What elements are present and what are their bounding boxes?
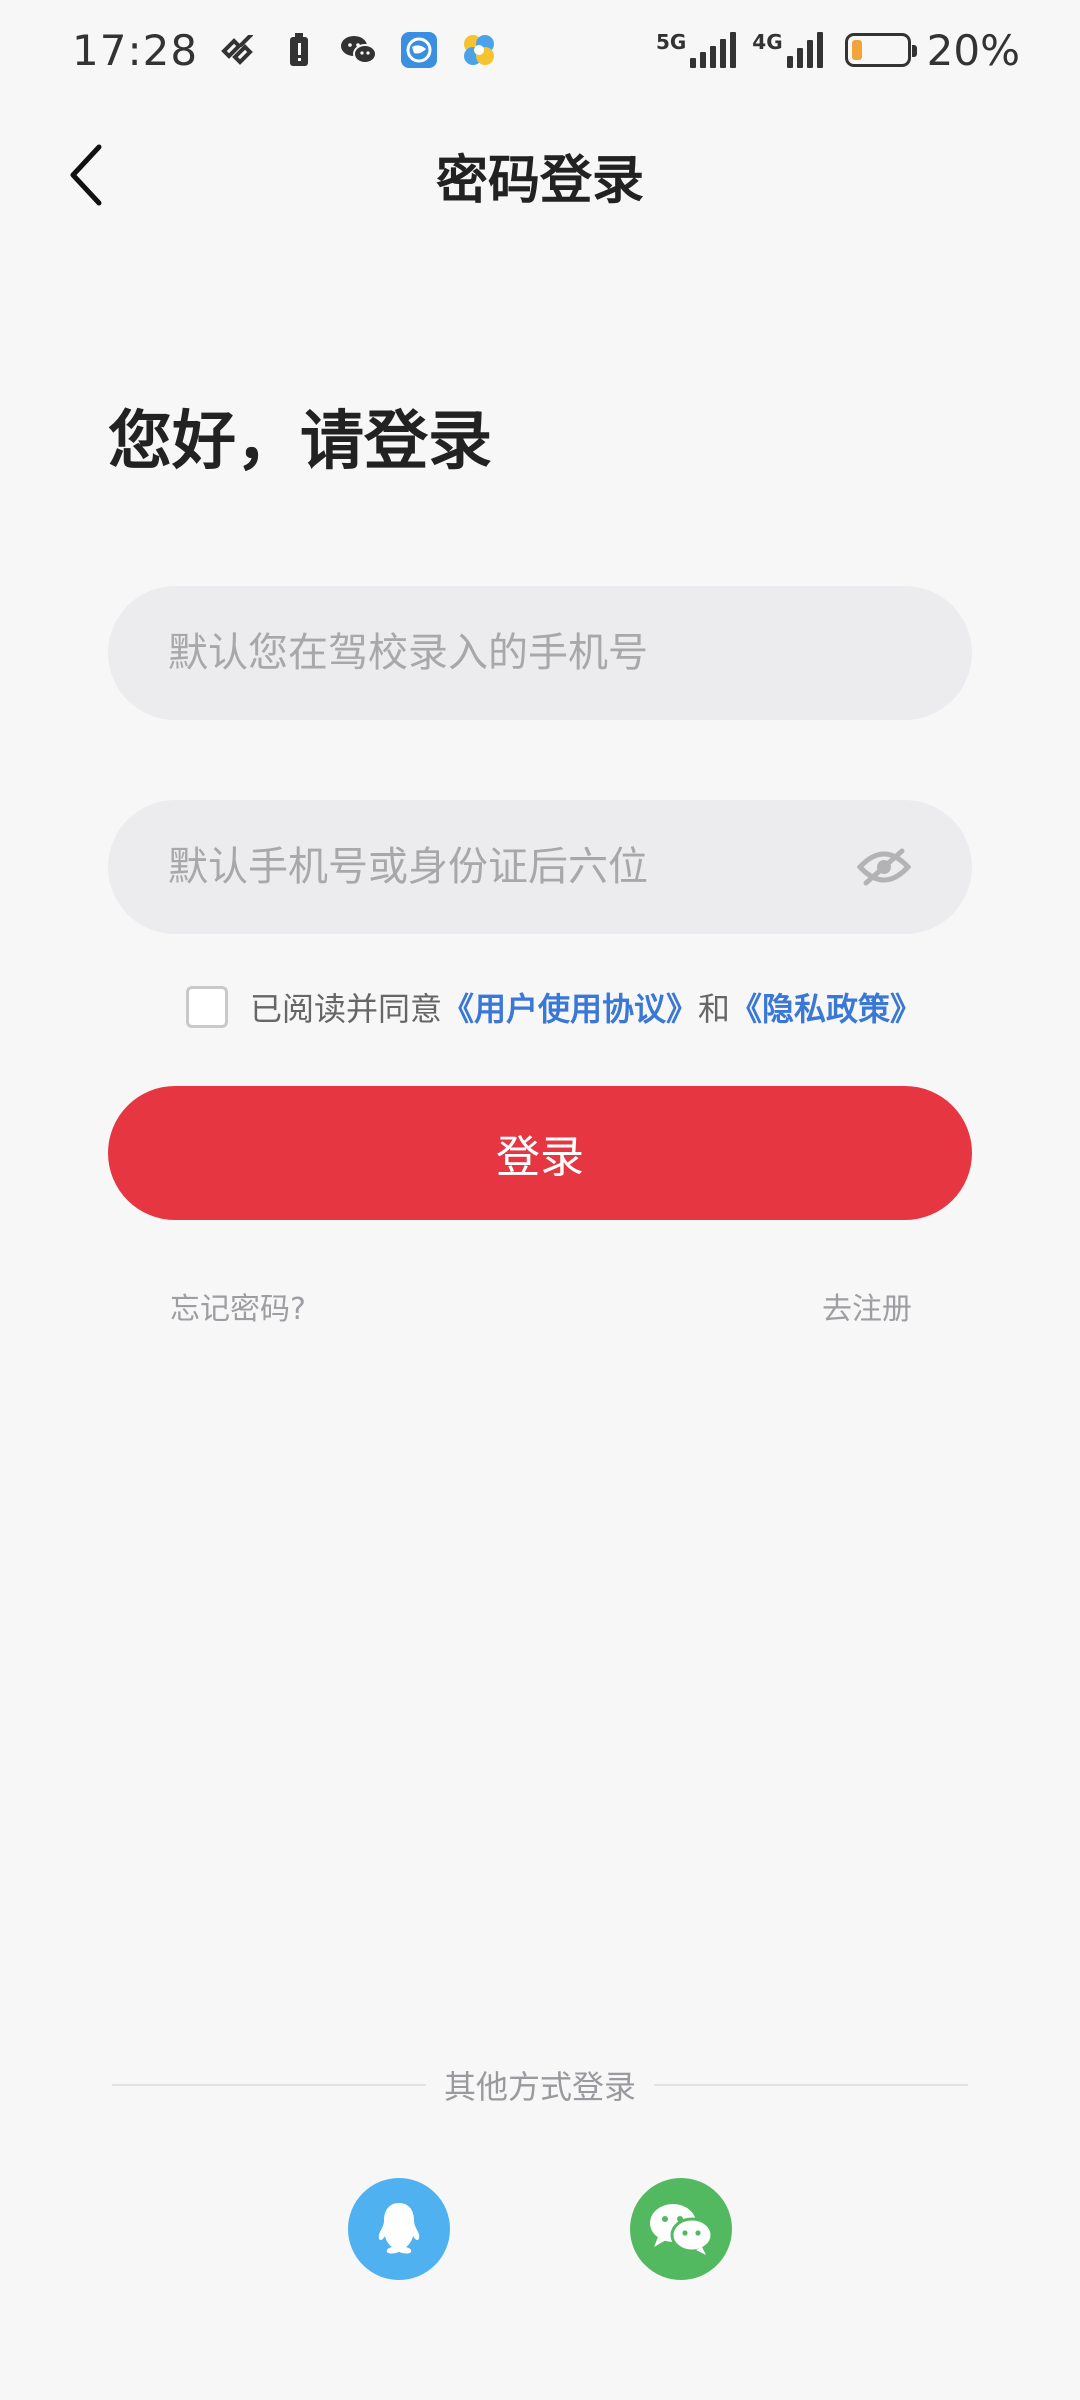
divider-line <box>654 2084 969 2086</box>
pinwheel-icon <box>460 31 498 69</box>
status-time: 17:28 <box>72 25 199 75</box>
network-5g-label: 5G <box>655 30 687 54</box>
battery-fill <box>851 40 863 60</box>
network-4g: 4G <box>752 30 823 68</box>
password-field[interactable] <box>108 800 972 934</box>
chevron-left-icon <box>70 144 102 206</box>
signal-bars-icon <box>690 32 737 68</box>
agreement-row: 已阅读并同意 《用户使用协议》 和 《隐私政策》 <box>186 984 922 1030</box>
qq-icon <box>378 2203 420 2254</box>
network-4g-label: 4G <box>752 30 783 54</box>
signal-bars-icon <box>786 32 823 68</box>
battery-alert-icon <box>280 31 318 69</box>
other-login-divider: 其他方式登录 <box>112 2062 969 2108</box>
privacy-link[interactable]: 《隐私政策》 <box>730 984 922 1030</box>
header: 密码登录 <box>0 120 1080 230</box>
page-title: 密码登录 <box>435 150 644 211</box>
login-button[interactable]: 登录 <box>108 1086 972 1220</box>
eye-hidden-icon[interactable] <box>856 839 912 895</box>
wechat-login-button[interactable] <box>630 2178 732 2280</box>
phone-input[interactable] <box>168 630 912 676</box>
agreement-and: 和 <box>698 990 731 1028</box>
forgot-password-link[interactable]: 忘记密码? <box>170 1284 306 1328</box>
status-left: 17:28 <box>72 26 498 75</box>
wechat-icon <box>650 2204 714 2255</box>
battery-icon <box>844 33 917 67</box>
signal-app-icon <box>220 31 258 69</box>
password-input[interactable] <box>168 844 856 890</box>
login-page: 17:28 5G 4G 20% 密码登录 您好，请登录 默认您在驾校录入的手机号… <box>0 0 1080 2400</box>
divider-line <box>112 2084 426 2086</box>
greeting-heading: 您好，请登录 <box>108 405 492 479</box>
qq-login-button[interactable] <box>348 2178 450 2280</box>
network-5g: 5G <box>655 30 737 68</box>
back-button[interactable] <box>52 140 122 210</box>
other-login-label: 其他方式登录 <box>444 2068 637 2106</box>
battery-percent: 20% <box>926 25 1020 75</box>
phone-field[interactable] <box>108 586 972 720</box>
status-bar: 17:28 5G 4G 20% <box>0 0 1080 100</box>
agreement-checkbox[interactable] <box>186 986 228 1028</box>
status-right: 5G 4G 20% <box>656 26 1020 75</box>
wechat-icon <box>340 31 378 69</box>
register-link[interactable]: 去注册 <box>822 1284 912 1328</box>
agreement-prefix: 已阅读并同意 <box>250 990 443 1028</box>
browser-icon <box>400 31 438 69</box>
terms-link[interactable]: 《用户使用协议》 <box>442 984 698 1030</box>
